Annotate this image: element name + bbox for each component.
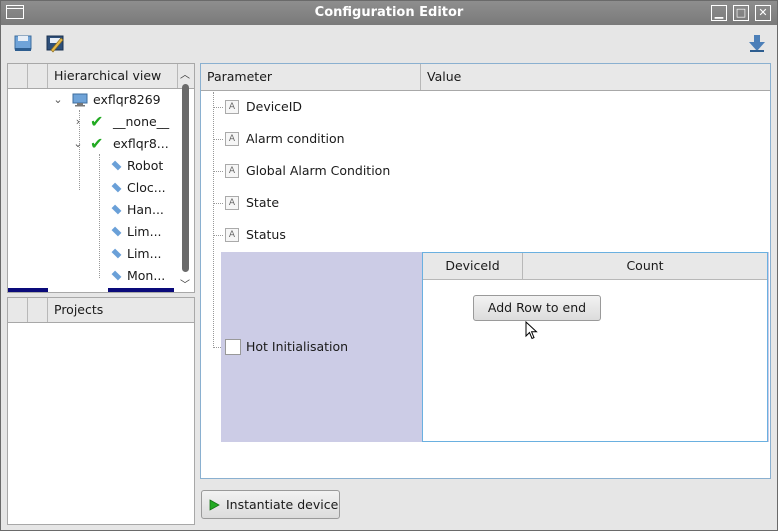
tree-item[interactable]: Mon... (111, 265, 166, 287)
diamond-icon (111, 248, 122, 259)
tree-item-label: Lim... (127, 224, 162, 239)
download-arrow-icon[interactable] (747, 33, 767, 53)
tree-item-label: Han... (127, 202, 164, 217)
hierarchical-view-panel: Hierarchical view ⌄ exflqr8269 › ✔ __non… (7, 63, 195, 293)
hot-initialisation-label: Hot Initialisation (246, 339, 349, 354)
column-value[interactable]: Value (421, 64, 770, 90)
diamond-icon (111, 182, 122, 193)
parameter-label: DeviceID (246, 99, 303, 114)
scroll-up-icon[interactable]: ︿ (178, 66, 192, 81)
column-parameter[interactable]: Parameter (201, 64, 421, 90)
title-bar[interactable]: Configuration Editor ▁ □ ✕ (1, 1, 777, 25)
chevron-down-icon[interactable]: ⌄ (52, 94, 64, 106)
projects-header-label: Projects (54, 302, 104, 317)
mouse-cursor-icon (525, 321, 538, 340)
projects-panel: Projects (7, 297, 195, 525)
parameter-row-alarm-condition[interactable]: A Alarm condition (201, 123, 761, 155)
projects-header: Projects (8, 298, 194, 323)
play-icon (209, 499, 220, 511)
tree-item-label: Lim... (127, 246, 162, 261)
parameter-label: Global Alarm Condition (246, 163, 391, 178)
horizontal-scroll-thumb[interactable] (108, 288, 174, 292)
instantiate-device-label: Instantiate device (226, 497, 339, 512)
scroll-down-icon[interactable]: ﹀ (178, 276, 192, 291)
parameter-header: Parameter Value (201, 64, 770, 91)
subtable-header: DeviceId Count (423, 253, 767, 280)
tree-item-label: exflqr8269 (93, 92, 161, 107)
diamond-icon (111, 226, 122, 237)
string-type-icon: A (225, 196, 239, 210)
string-type-icon: A (225, 100, 239, 114)
parameter-label: Status (246, 227, 286, 242)
column-count[interactable]: Count (523, 253, 767, 279)
diamond-icon (111, 204, 122, 215)
tree-item-label: Robot (127, 158, 164, 173)
chevron-down-icon[interactable]: ⌄ (72, 138, 84, 150)
hot-initialisation-checkbox[interactable] (225, 339, 241, 355)
window-title: Configuration Editor (314, 5, 464, 20)
tree-item[interactable]: Lim... (111, 243, 162, 265)
hot-initialisation-row[interactable]: Hot Initialisation DeviceId Count Add Ro… (221, 252, 769, 442)
string-type-icon: A (225, 164, 239, 178)
instantiate-device-button[interactable]: Instantiate device (201, 490, 340, 519)
parameter-label: Alarm condition (246, 131, 345, 146)
parameter-panel: Parameter Value A DeviceID A Alarm condi… (200, 63, 771, 479)
tree-item[interactable]: Robot (111, 155, 164, 177)
toolbar (1, 25, 777, 61)
horizontal-scroll-indicator[interactable] (8, 288, 48, 292)
tree-item-label: exflqr8... (113, 136, 169, 151)
close-button[interactable]: ✕ (755, 5, 771, 21)
tree-header-label: Hierarchical view (48, 64, 178, 88)
computer-icon (72, 93, 88, 107)
tree-item-label: Cloc... (127, 180, 166, 195)
tree-item-label: __none__ (113, 114, 170, 129)
tree-vertical-scrollbar[interactable]: ︿ ﹀ (178, 64, 192, 292)
tree-item[interactable]: Han... (111, 199, 164, 221)
device-count-table: DeviceId Count Add Row to end (422, 252, 768, 442)
check-icon: ✔ (90, 112, 104, 131)
parameter-row-global-alarm-condition[interactable]: A Global Alarm Condition (201, 155, 761, 187)
save-icon[interactable] (13, 33, 33, 53)
tree-header: Hierarchical view (8, 64, 194, 89)
string-type-icon: A (225, 228, 239, 242)
parameter-row-deviceid[interactable]: A DeviceID (201, 91, 761, 123)
edit-icon[interactable] (45, 33, 65, 53)
tree-item-label: Mon... (127, 268, 166, 283)
tree-item[interactable]: Lim... (111, 221, 162, 243)
chevron-right-icon[interactable]: › (72, 116, 84, 128)
parameter-row-status[interactable]: A Status (201, 219, 761, 251)
diamond-icon (111, 160, 122, 171)
tree-item[interactable]: Cloc... (111, 177, 166, 199)
add-row-button[interactable]: Add Row to end (473, 295, 601, 321)
check-icon: ✔ (90, 134, 104, 153)
configuration-editor-window: Configuration Editor ▁ □ ✕ Hierarchical … (0, 0, 778, 531)
maximize-button[interactable]: □ (733, 5, 749, 21)
minimize-button[interactable]: ▁ (711, 5, 727, 21)
parameter-row-state[interactable]: A State (201, 187, 761, 219)
column-deviceid[interactable]: DeviceId (423, 253, 523, 279)
scroll-thumb[interactable] (182, 84, 189, 272)
diamond-icon (111, 270, 122, 281)
string-type-icon: A (225, 132, 239, 146)
parameter-label: State (246, 195, 280, 210)
